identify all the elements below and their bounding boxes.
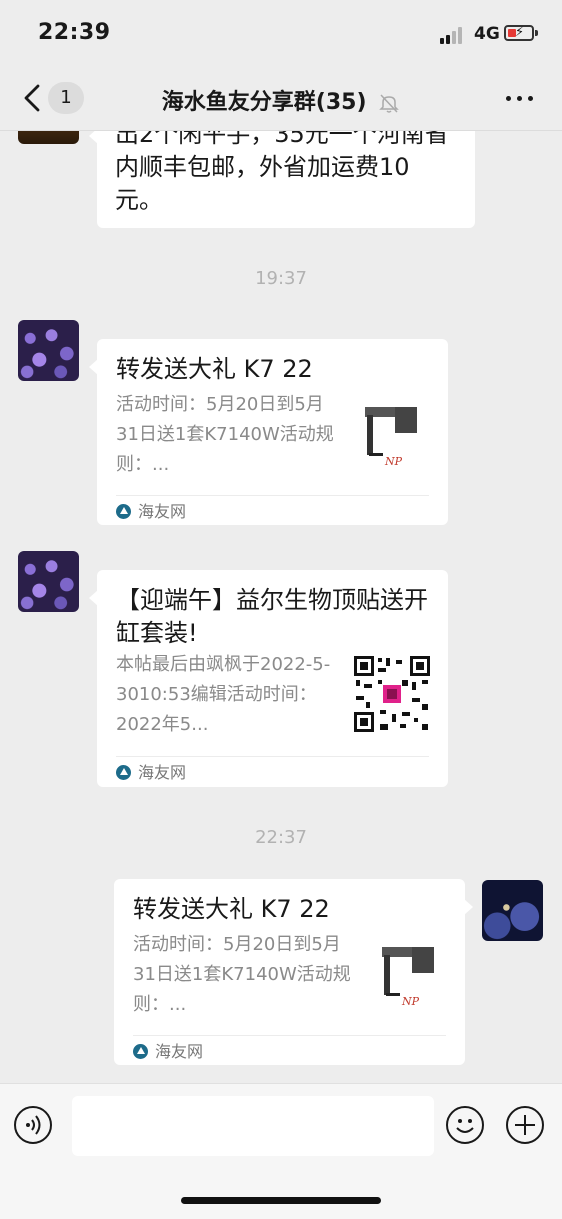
avatar[interactable]: [18, 551, 79, 612]
card-description: 本帖最后由飒枫于2022-5-3010:53编辑活动时间：2022年5...: [116, 654, 331, 735]
message-input[interactable]: [72, 1096, 434, 1156]
source-logo-icon: [116, 765, 131, 780]
chat-header: 1 海水鱼友分享群(35): [0, 68, 562, 131]
voice-input-button[interactable]: [14, 1106, 52, 1144]
source-logo-icon: [116, 504, 131, 519]
timestamp: 22:37: [255, 827, 307, 848]
avatar[interactable]: [18, 320, 79, 381]
more-dots-icon: [506, 96, 511, 101]
card-divider: [116, 756, 429, 757]
smiley-icon: [456, 1119, 474, 1133]
card-divider: [116, 495, 429, 496]
card-divider: [133, 1035, 446, 1036]
light-fixture-image: NP: [355, 401, 435, 481]
signal-icon: [440, 26, 466, 44]
voice-icon: [26, 1115, 41, 1135]
source-logo-icon: [133, 1044, 148, 1059]
card-title: 【迎端午】益尔生物顶贴送开缸套装!: [116, 586, 428, 647]
chat-messages[interactable]: 出2个闲平手，35元一个河南省内顺丰包邮，外省加运费10元。 19:37 转发送…: [0, 131, 562, 1083]
svg-text:NP: NP: [384, 455, 403, 468]
avatar[interactable]: [18, 131, 79, 144]
card-description: 活动时间：5月20日到5月31日送1套K7140W活动规则：...: [116, 394, 334, 475]
network-type: 4G: [474, 24, 500, 44]
more-options-button[interactable]: [504, 94, 536, 104]
mute-bell-icon: [378, 92, 400, 114]
card-title: 转发送大礼 K7 22: [116, 355, 313, 383]
more-functions-button[interactable]: [506, 1106, 544, 1144]
svg-text:NP: NP: [401, 995, 420, 1008]
avatar[interactable]: [482, 880, 543, 941]
chat-title-text: 海水鱼友分享群(35): [161, 90, 367, 115]
card-source: 海友网: [116, 763, 186, 783]
link-card[interactable]: 转发送大礼 K7 22 活动时间：5月20日到5月31日送1套K7140W活动规…: [114, 879, 473, 1065]
message-text: 出2个闲平手，35元一个河南省内顺丰包邮，外省加运费10元。: [115, 131, 449, 214]
emoji-button[interactable]: [446, 1106, 484, 1144]
light-fixture-image: NP: [372, 941, 452, 1021]
link-card[interactable]: 转发送大礼 K7 22 活动时间：5月20日到5月31日送1套K7140W活动规…: [89, 339, 448, 525]
status-bar: 22:39 4G ⚡: [0, 0, 562, 68]
card-title: 转发送大礼 K7 22: [133, 895, 330, 923]
chat-title: 海水鱼友分享群(35): [0, 84, 562, 116]
card-source: 海友网: [116, 502, 186, 522]
battery-tip: [535, 30, 538, 36]
status-time: 22:39: [38, 20, 111, 45]
plus-icon: [515, 1115, 535, 1135]
battery-icon: ⚡: [504, 25, 534, 41]
card-source: 海友网: [133, 1042, 203, 1062]
link-card[interactable]: 【迎端午】益尔生物顶贴送开缸套装! 本帖最后由飒枫于2022-5-3010:53…: [89, 570, 448, 787]
card-description: 活动时间：5月20日到5月31日送1套K7140W活动规则：...: [133, 934, 351, 1015]
qr-code-image: [352, 654, 432, 734]
timestamp: 19:37: [255, 268, 307, 289]
home-indicator[interactable]: [181, 1197, 381, 1204]
text-message-bubble[interactable]: 出2个闲平手，35元一个河南省内顺丰包邮，外省加运费10元。: [89, 131, 475, 228]
